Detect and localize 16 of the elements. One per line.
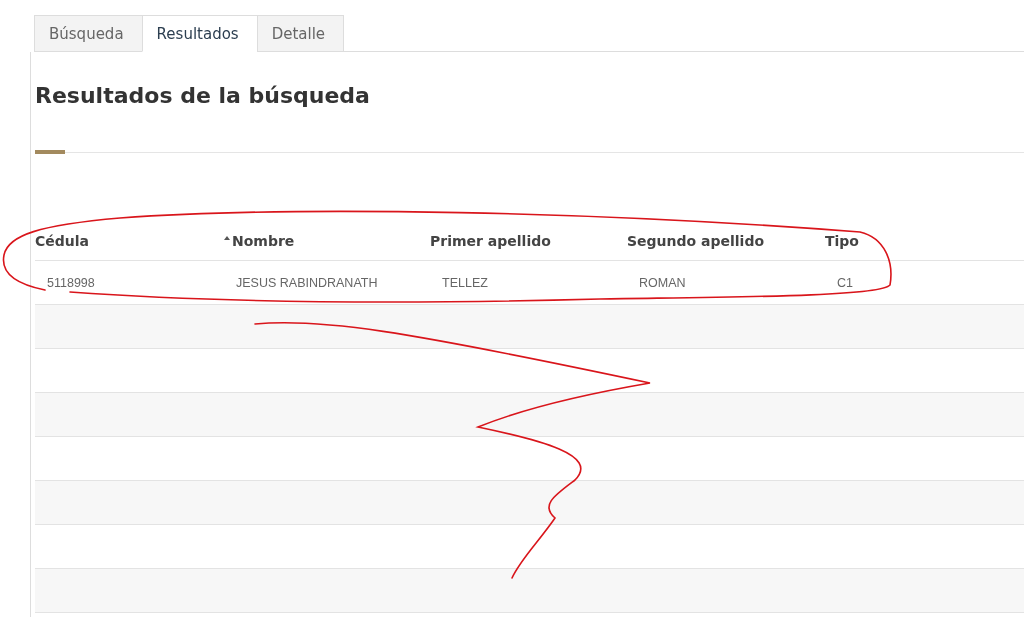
column-header[interactable]: Cédula: [35, 233, 224, 249]
sort-caret-icon: [224, 236, 230, 240]
table-cell-text: JESUS RABINDRANATH: [235, 275, 379, 290]
column-header[interactable]: Primer apellido: [430, 233, 627, 249]
table-cell-text: TELLEZ: [441, 275, 489, 290]
column-header[interactable]: Tipo: [825, 233, 1024, 249]
tab[interactable]: Resultados: [141, 15, 258, 52]
heading-accent-bar: [35, 150, 65, 154]
table-cell-text: 5118998: [46, 275, 96, 290]
tab[interactable]: Búsqueda: [34, 15, 143, 52]
table-cell-text: ROMAN: [638, 275, 687, 290]
table-cell-text: C1: [836, 275, 854, 290]
column-header[interactable]: Segundo apellido: [627, 233, 825, 249]
column-header[interactable]: Nombre: [224, 233, 430, 249]
tab[interactable]: Detalle: [256, 15, 345, 52]
page-title: Resultados de la búsqueda: [35, 82, 371, 110]
